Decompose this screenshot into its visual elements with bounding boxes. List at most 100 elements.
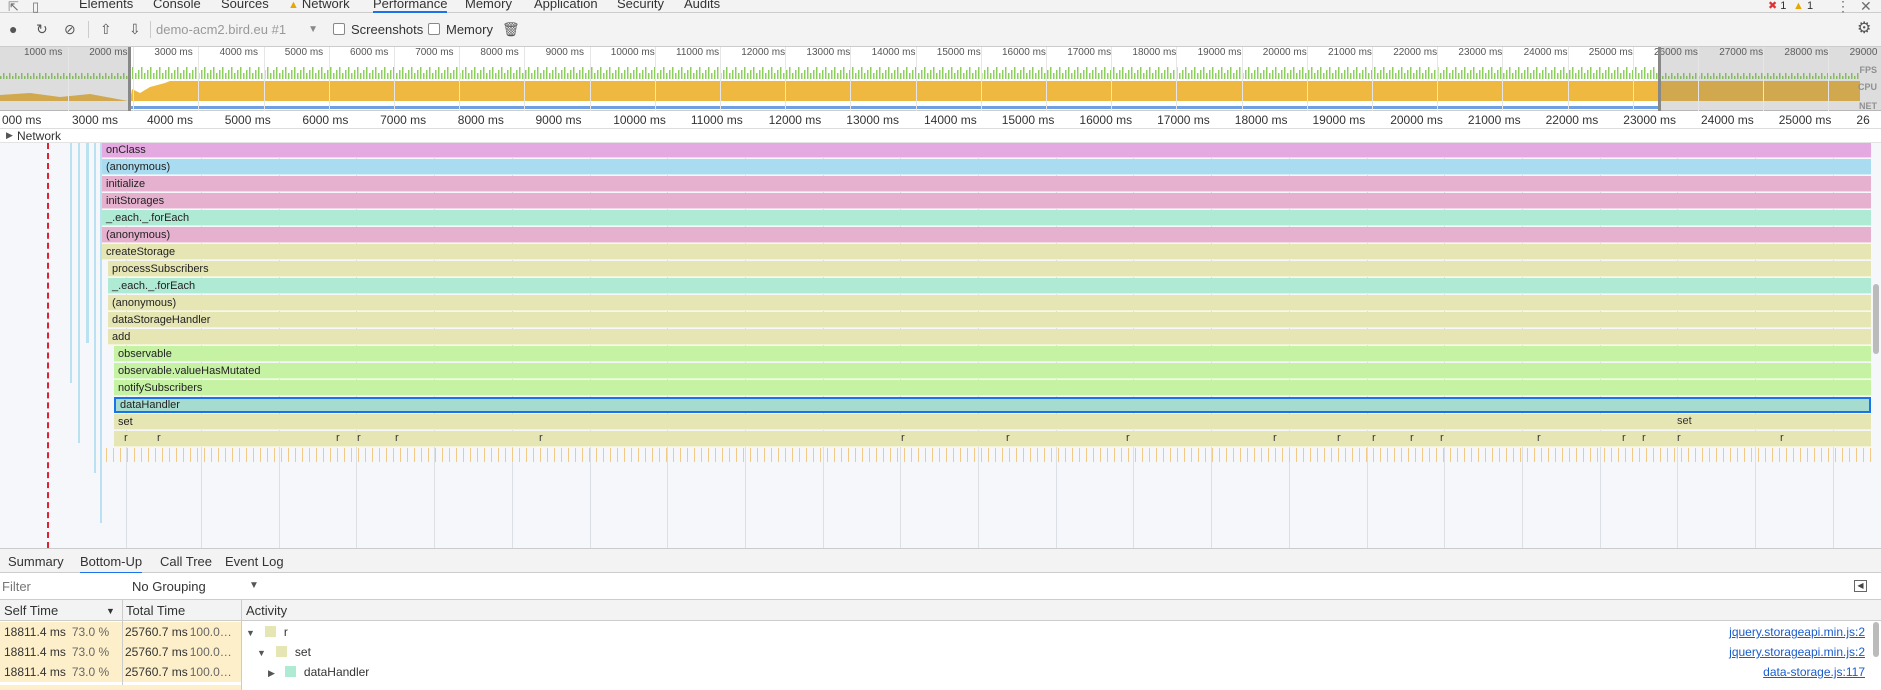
tab-elements[interactable]: Elements [79,0,133,11]
screenshots-checkbox[interactable] [333,23,345,35]
r-frame-label[interactable]: r [1337,432,1341,444]
error-count-badge[interactable]: ✖ 1 [1768,0,1786,13]
fps-bar [1182,70,1184,79]
tab-performance[interactable]: Performance [373,0,448,13]
r-frame-label[interactable]: r [357,432,361,444]
r-frame-label[interactable]: r [1780,432,1784,444]
fps-bar [528,67,530,79]
device-toolbar-icon[interactable]: ▯ [32,0,39,13]
network-track-header[interactable]: ▶ Network [0,129,1881,143]
flame-frame[interactable]: dataHandler [114,397,1871,413]
tab-console[interactable]: Console [153,0,201,11]
tab-memory[interactable]: Memory [465,0,512,11]
flame-frame[interactable]: dataStorageHandler [108,312,1871,328]
inspect-element-icon[interactable]: ⇱ [8,0,19,13]
tab-application[interactable]: Application [534,0,598,11]
flame-frame[interactable]: observable [114,346,1871,362]
r-frame-label[interactable]: r [1126,432,1130,444]
tab-network[interactable]: ▲ Network [288,0,350,11]
overview-left-handle[interactable] [128,47,131,111]
source-link[interactable]: jquery.storageapi.min.js:2 [1729,642,1865,662]
r-frame-label[interactable]: r [395,432,399,444]
flame-frame[interactable]: notifySubscribers [114,380,1871,396]
flame-frame[interactable]: observable.valueHasMutated [114,363,1871,379]
more-options-icon[interactable]: ⋮ [1836,0,1850,13]
toggle-sidebar-icon[interactable]: ◀ [1854,580,1867,592]
total-time-header[interactable]: Total Time [126,603,185,618]
fps-bar [1050,67,1052,79]
trash-icon[interactable]: 🗑 [502,22,520,36]
r-frame-label[interactable]: r [539,432,543,444]
collapsed-triangle-icon[interactable]: ▶ [268,668,275,678]
tab-bottom-up[interactable]: Bottom-Up [80,554,143,574]
gear-icon[interactable]: ⚙ [1857,21,1871,37]
close-devtools-icon[interactable]: ✕ [1860,0,1872,13]
r-frame-label[interactable]: r [1622,432,1626,444]
fps-bar [1443,70,1445,79]
filter-input[interactable] [2,577,122,595]
tab-call-tree[interactable]: Call Tree [160,554,212,569]
load-profile-icon[interactable]: ⇧ [100,22,112,36]
self-time-header[interactable]: Self Time [4,603,58,618]
record-icon[interactable]: ● [9,22,17,36]
expanded-triangle-icon[interactable]: ▼ [257,648,266,658]
r-frame-label[interactable]: r [1273,432,1277,444]
expand-triangle-icon[interactable]: ▶ [6,130,13,141]
flame-frame[interactable]: _.each._.forEach [102,210,1871,226]
flame-frame[interactable]: initialize [102,176,1871,192]
flame-frame[interactable]: _.each._.forEach [108,278,1871,294]
flame-frame[interactable]: initStorages [102,193,1871,209]
tab-security[interactable]: Security [617,0,664,11]
source-link[interactable]: jquery.storageapi.min.js:2 [1729,622,1865,642]
fps-bar [1227,70,1229,79]
r-frame-label[interactable]: r [1440,432,1444,444]
reload-record-icon[interactable]: ↻ [36,22,48,36]
flame-frame[interactable]: createStorage [102,244,1871,260]
profile-select[interactable]: demo-acm2.bird.eu #1 ▼ [156,22,318,38]
table-row[interactable]: 18811.4 ms 73.0 % 25760.7 ms 100.0… ▼ r jquery… [0,622,1881,642]
flame-scrollbar[interactable] [1873,284,1879,354]
fps-bar [1641,70,1643,79]
table-row[interactable]: 18811.4 ms 73.0 % 25760.7 ms 100.0… ▼ set jque… [0,642,1881,662]
flame-frame[interactable]: processSubscribers [108,261,1871,277]
r-frame-label[interactable]: r [901,432,905,444]
table-scrollbar[interactable] [1873,622,1879,657]
fps-bar [1083,70,1085,79]
fps-bar [1113,67,1115,79]
flame-chart[interactable]: onClass (anonymous) initialize initStorages… [0,129,1881,548]
overview-ruler: 1000 ms 2000 ms 3000 ms 4000 ms 5000 ms 6000 … [0,47,1881,59]
tab-summary[interactable]: Summary [8,554,64,569]
r-frame-label[interactable]: r [1006,432,1010,444]
grouping-select[interactable]: No Grouping [132,579,206,594]
tab-audits[interactable]: Audits [684,0,720,11]
table-row[interactable]: 18811.4 ms 73.0 % 25760.7 ms 100.0… ▶ dataHan… [0,662,1881,682]
r-frame-label[interactable]: r [1537,432,1541,444]
fps-bar [507,70,509,79]
activity-header[interactable]: Activity [246,603,287,618]
expanded-triangle-icon[interactable]: ▼ [246,628,255,638]
fps-bar [1428,67,1430,79]
save-profile-icon[interactable]: ⇩ [129,22,141,36]
overview-right-handle[interactable] [1658,47,1661,111]
flame-frame[interactable]: add [108,329,1871,345]
warning-count-badge[interactable]: ▲ 1 [1793,0,1813,13]
memory-checkbox[interactable] [428,23,440,35]
flame-frame[interactable]: (anonymous) [102,227,1871,243]
r-frame-label[interactable]: r [336,432,340,444]
source-link[interactable]: data-storage.js:117 [1763,662,1865,682]
r-frame-label[interactable]: r [124,432,128,444]
flame-frame[interactable]: (anonymous) [102,159,1871,175]
r-frame-label[interactable]: r [1642,432,1646,444]
tab-sources[interactable]: Sources [221,0,269,11]
r-frame-label[interactable]: r [1677,432,1681,444]
r-frame-label[interactable]: r [1410,432,1414,444]
clear-icon[interactable]: ⊘ [64,22,76,36]
tab-event-log[interactable]: Event Log [225,554,284,569]
flame-frame[interactable]: (anonymous) [108,295,1871,311]
flame-frame[interactable]: onClass [102,142,1871,158]
r-frame-label[interactable]: r [157,432,161,444]
flame-frame[interactable]: set [114,414,1871,430]
timeline-overview[interactable]: 1000 ms 2000 ms 3000 ms 4000 ms 5000 ms 6000 … [0,47,1881,111]
r-frame-label[interactable]: r [1372,432,1376,444]
ruler-tick-label: 11000 ms [690,113,743,127]
